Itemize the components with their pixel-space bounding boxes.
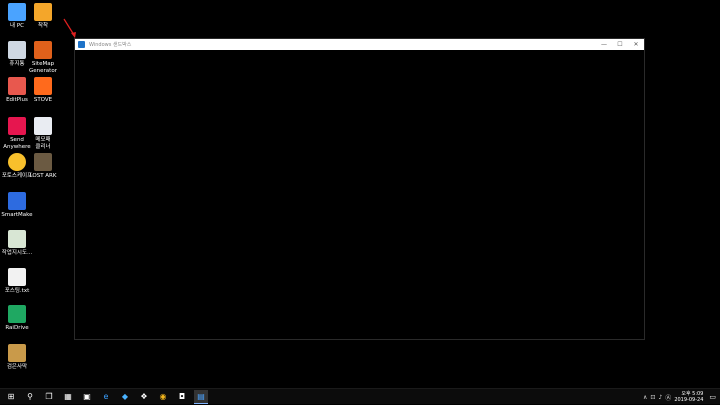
desktop-icon-black-desert[interactable]: 검은사막 [0,344,34,371]
desktop-icon-label: 내 PC [10,23,24,29]
desktop-icon-sitemap-generator[interactable]: SiteMap Generator [26,41,60,74]
desktop-icon-label: RaiDrive [5,325,29,331]
desktop-icon-smartmake[interactable]: SmartMake [0,192,34,219]
taskbar-app-calendar[interactable]: ▦ [61,390,75,404]
taskbar-app-sandbox[interactable]: ▤ [194,389,208,404]
desktop-icon-memo-cleaner[interactable]: 메모패 클리너 [26,117,60,150]
chevron-up-icon[interactable]: ∧ [643,394,647,401]
clock-date: 2019-09-24 [674,397,704,403]
desktop-icon-label: LOST ARK [29,173,57,179]
task-view-button[interactable]: ❐ [42,390,56,404]
window-title: Windows 샌드박스 [89,42,132,48]
taskbar-app-store[interactable]: ◆ [118,390,132,404]
sandbox-app-icon [78,41,85,48]
desktop-icon-label: 휴지통 [9,61,25,67]
desktop-icon-stove[interactable]: STOVE [26,77,60,104]
desktop-icon-raidrive[interactable]: RaiDrive [0,305,34,332]
volume-icon[interactable]: ♪ [658,394,662,401]
input-method-icon[interactable]: Ⓐ [665,393,671,402]
desktop-icon-label: 메모패 클리너 [35,137,51,150]
system-tray: ∧ ⊡ ♪ Ⓐ 오후 5:09 2019-09-24 ▭ [643,389,716,405]
taskbar-app-settings[interactable]: ❖ [137,390,151,404]
taskbar-app-chrome[interactable]: ◉ [156,390,170,404]
taskbar-app-explorer[interactable]: ▣ [80,390,94,404]
memo-cleaner-icon [34,117,52,135]
raidrive-icon [8,305,26,323]
desktop-icon-work-order[interactable]: 작업지시도... [0,230,34,257]
desktop-icon-label: 검은사막 [6,364,28,370]
network-icon[interactable]: ⊡ [650,394,655,401]
computer-icon [8,3,26,21]
red-arrow-icon [63,18,76,38]
desktop-icon-label: EditPlus [6,97,28,103]
clock[interactable]: 오후 5:09 2019-09-24 [674,391,703,403]
desktop-icon-label: STOVE [33,97,53,103]
desktop-icon-label: SiteMap Generator [29,61,57,74]
text-file-icon [8,268,26,286]
taskbar-app-edge[interactable]: e [99,390,113,404]
desktop-icon-label: 포스팅.txt [4,288,30,294]
desktop-icon-lost-ark[interactable]: LOST ARK [26,153,60,180]
close-button[interactable]: ✕ [628,39,644,50]
sandbox-window[interactable]: Windows 샌드박스 — ☐ ✕ [74,38,645,340]
black-desert-icon [8,344,26,362]
window-content[interactable] [75,50,644,339]
desktop-icon-posting-txt[interactable]: 포스팅.txt [0,268,34,295]
desktop: 내 PC 휴지통 EditPlus Send Anywhere 포토스케이프 S… [0,0,720,388]
send-anywhere-icon [8,117,26,135]
maximize-button[interactable]: ☐ [612,39,628,50]
editplus-icon [8,77,26,95]
recycle-bin-icon [8,41,26,59]
chakchak-icon [34,3,52,21]
desktop-icon-label: 작업지시도... [1,250,33,256]
spreadsheet-icon [8,230,26,248]
taskbar-app-media[interactable]: ◘ [175,390,189,404]
start-button[interactable]: ⊞ [4,390,18,404]
smartmake-icon [8,192,26,210]
taskbar: ⊞ ⚲ ❐ ▦ ▣ e ◆ ❖ ◉ ◘ ▤ ∧ ⊡ ♪ Ⓐ 오후 5:09 20… [0,388,720,404]
photoscape-icon [8,153,26,171]
stove-icon [34,77,52,95]
search-button[interactable]: ⚲ [23,390,37,404]
lost-ark-icon [34,153,52,171]
desktop-icon-chakchak[interactable]: 착착 [26,3,60,30]
desktop-icon-label: SmartMake [1,212,33,218]
sitemap-generator-icon [34,41,52,59]
minimize-button[interactable]: — [596,39,612,50]
desktop-icon-label: 착착 [37,23,49,29]
notification-icon[interactable]: ▭ [709,393,716,401]
